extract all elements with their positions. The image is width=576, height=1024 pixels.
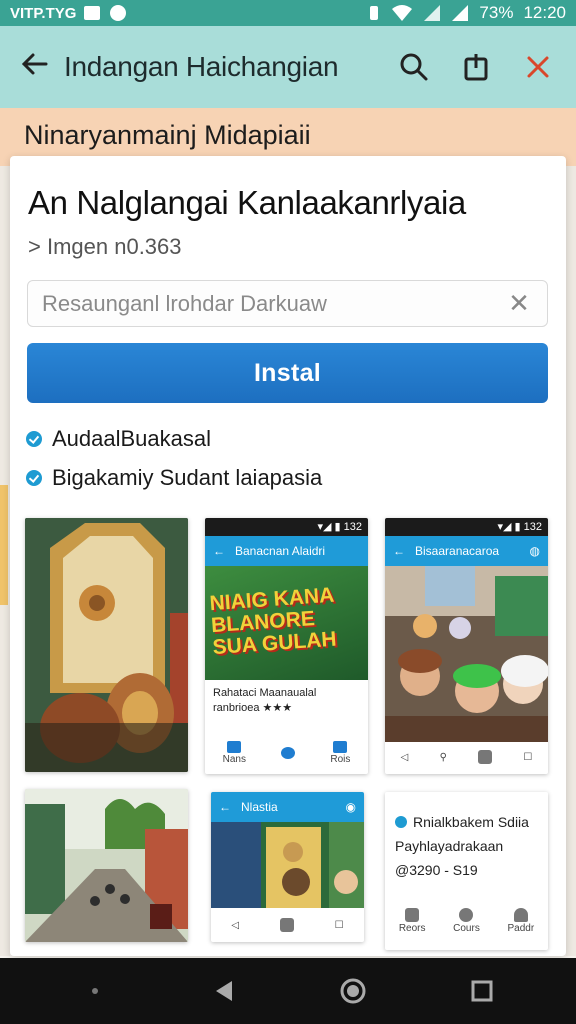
feature-label: Bigakamiy Sudant laiapasia xyxy=(52,465,323,490)
back-arrow-icon[interactable] xyxy=(20,50,60,84)
search-icon: ⚲ xyxy=(439,751,447,763)
mini-bottom-nav: Nans Rois xyxy=(205,736,368,770)
info-icon: ◉ xyxy=(345,800,356,814)
mini-status-bar: ▾◢ ▮ 132 xyxy=(385,518,548,536)
mini-app-title: Banacnan Alaidri xyxy=(235,544,326,558)
background-tab xyxy=(0,485,8,605)
mini-bottom-nav: Reors Cours Paddr xyxy=(385,898,548,944)
app-caption-title: Rahataci Maanaualal xyxy=(213,687,317,699)
app-bar: Indangan Haichangian xyxy=(0,26,576,108)
search-input[interactable] xyxy=(42,290,505,317)
detail-line: Payhlayadrakaan xyxy=(395,838,504,854)
nav-label: Nans xyxy=(222,754,246,765)
app-caption-rating: ranbrioea ★★★ xyxy=(213,702,293,714)
feature-item: AudaalBuakasal xyxy=(26,426,211,452)
feature-item: Bigakamiy Sudant laiapasia xyxy=(26,465,322,491)
mini-bottom-nav: ◁ ☐ xyxy=(211,908,364,942)
feature-label: AudaalBuakasal xyxy=(52,426,212,451)
home-icon xyxy=(227,741,242,753)
back-triangle-icon[interactable] xyxy=(204,971,244,1011)
chat-notification-icon xyxy=(110,5,128,21)
screenshot-thumbnail-4[interactable] xyxy=(25,789,188,942)
square-icon: ☐ xyxy=(523,751,533,763)
back-nav-icon: ◁ xyxy=(400,751,409,763)
search-icon: ◍ xyxy=(529,544,540,558)
shop-illustration xyxy=(211,822,364,908)
image-notification-icon xyxy=(84,5,102,21)
crowd-illustration xyxy=(385,566,548,742)
mini-app-title: Nlastia xyxy=(241,800,278,814)
back-arrow-icon: ← xyxy=(213,544,225,558)
nav-label: Paddr xyxy=(507,923,535,934)
app-detail-sheet: An Nalglangai Kanlaakanrlyaia > Imgen n0… xyxy=(10,156,566,956)
nav-label: Cours xyxy=(453,923,480,934)
signal-icon-2 xyxy=(452,5,469,21)
search-field[interactable]: ✕ xyxy=(27,280,548,327)
mini-app-bar: ← Banacnan Alaidri xyxy=(205,536,368,566)
grid-icon xyxy=(333,741,348,753)
screenshot-thumbnail-1[interactable] xyxy=(25,518,188,772)
price-line: @3290 - S19 xyxy=(395,862,478,878)
screenshot-thumbnail-5[interactable]: ← Nlastia ◉ ◁ ☐ xyxy=(211,792,364,942)
signal-icon xyxy=(424,5,441,21)
sheet-subtitle[interactable]: > Imgen n0.363 xyxy=(28,234,182,260)
detail-line: Rnialkbakem Sdiia xyxy=(413,814,529,830)
poster-text: NIAIG KANA BLANORE SUA GULAH xyxy=(208,583,338,660)
mini-status-bar: ▾◢ ▮ 132 xyxy=(205,518,368,536)
clock-label: 12:20 xyxy=(523,3,566,22)
temple-illustration xyxy=(25,518,188,772)
back-nav-icon: ◁ xyxy=(231,919,240,931)
share-icon[interactable] xyxy=(458,49,494,85)
sheet-title: An Nalglangai Kanlaakanrlyaia xyxy=(28,184,466,221)
check-icon xyxy=(26,470,42,486)
wifi-icon xyxy=(392,5,413,21)
menu-dot-icon[interactable] xyxy=(75,971,115,1011)
close-icon[interactable] xyxy=(520,49,556,85)
app-bar-title: Indangan Haichangian xyxy=(64,51,339,82)
system-nav-bar xyxy=(0,958,576,1024)
search-icon[interactable] xyxy=(396,49,432,85)
home-circle-icon[interactable] xyxy=(333,971,373,1011)
play-icon xyxy=(281,746,296,759)
carrier-label: VITP.TYG xyxy=(10,4,77,22)
square-icon: ☐ xyxy=(334,919,344,931)
bookmark-icon xyxy=(478,750,493,764)
screenshot-thumbnail-6[interactable]: Rnialkbakem Sdiia Payhlayadrakaan @3290 … xyxy=(385,792,548,950)
street-illustration xyxy=(25,789,188,942)
mini-bottom-nav: ◁ ⚲ ☐ xyxy=(385,740,548,774)
vibrate-icon xyxy=(370,6,379,20)
install-button[interactable]: Instal xyxy=(27,343,548,403)
battery-label: 73% xyxy=(479,3,514,22)
bookmark-icon xyxy=(279,918,294,932)
screenshot-thumbnail-3[interactable]: ▾◢ ▮ 132 ← Bisaaranacaroa ◍ ◁ ⚲ ☐ xyxy=(385,518,548,774)
home-icon xyxy=(405,908,420,922)
mini-app-bar: ← Bisaaranacaroa ◍ xyxy=(385,536,548,566)
background-page-edge-right xyxy=(566,166,576,956)
nav-label: Reors xyxy=(398,923,426,934)
status-bar: VITP.TYG 73% 12:20 xyxy=(0,0,576,26)
check-icon xyxy=(395,816,407,828)
profile-icon xyxy=(513,908,528,922)
recents-square-icon[interactable] xyxy=(462,971,502,1011)
back-arrow-icon: ← xyxy=(219,800,231,814)
nav-label: Rois xyxy=(330,754,351,765)
back-arrow-icon: ← xyxy=(393,544,405,558)
screenshot-thumbnail-2[interactable]: ▾◢ ▮ 132 ← Banacnan Alaidri NIAIG KANA B… xyxy=(205,518,368,774)
check-icon xyxy=(26,431,42,447)
clear-icon[interactable]: ✕ xyxy=(505,288,533,319)
compass-icon xyxy=(459,908,474,922)
mini-app-bar: ← Nlastia ◉ xyxy=(211,792,364,822)
poster-image: NIAIG KANA BLANORE SUA GULAH xyxy=(205,566,368,680)
mini-app-title: Bisaaranacaroa xyxy=(415,544,500,558)
